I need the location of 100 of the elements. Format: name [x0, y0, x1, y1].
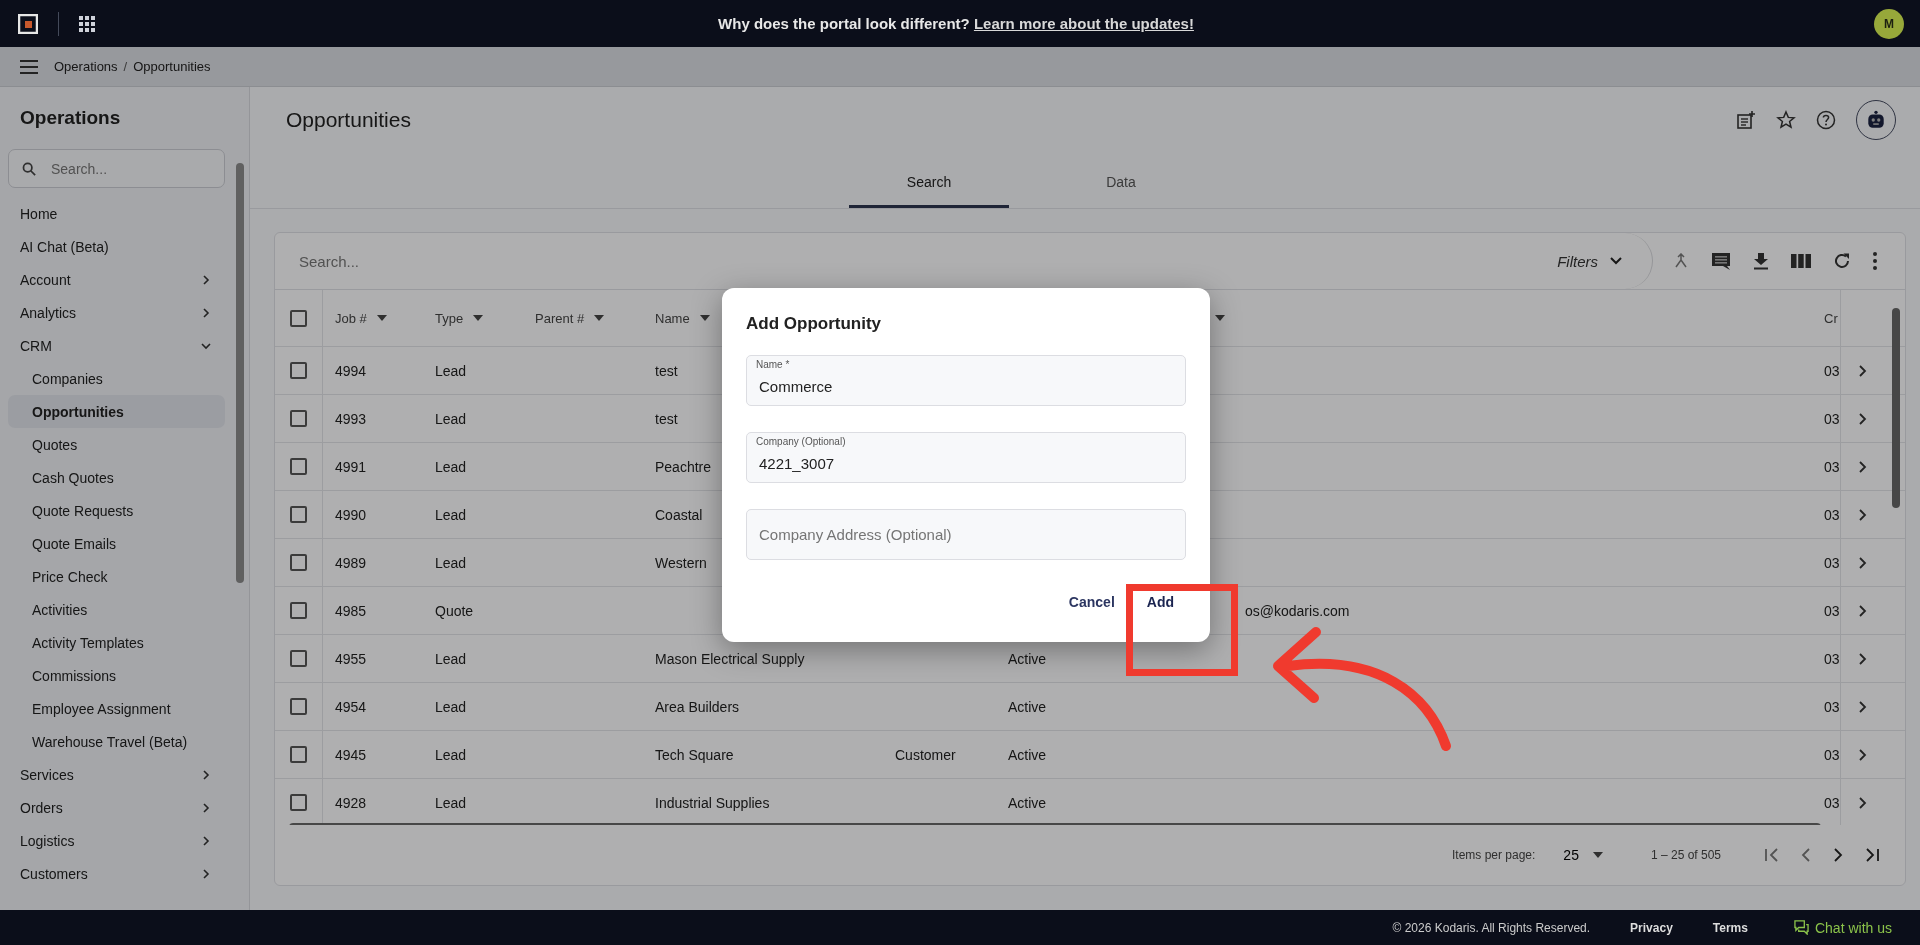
table-cell: Lead: [435, 554, 467, 571]
sidebar-item[interactable]: Logistics: [8, 824, 225, 857]
sort-caret-icon[interactable]: [473, 315, 484, 321]
table-cell: 4991: [335, 458, 367, 475]
sidebar-item[interactable]: Quote Emails: [8, 527, 225, 560]
column-header[interactable]: Cr: [1824, 310, 1838, 326]
refresh-icon[interactable]: [1833, 252, 1851, 270]
sidebar-item[interactable]: Activity Templates: [8, 626, 225, 659]
chevron-right-icon[interactable]: [1859, 700, 1867, 713]
sidebar-item[interactable]: AI Chat (Beta): [8, 230, 225, 263]
note-add-icon[interactable]: [1736, 110, 1756, 130]
table-cell: Coastal: [655, 506, 703, 523]
row-checkbox[interactable]: [290, 458, 307, 475]
sort-caret-icon[interactable]: [1215, 315, 1225, 321]
learn-more-link[interactable]: Learn more about the updates!: [973, 15, 1194, 32]
star-icon[interactable]: [1776, 110, 1796, 130]
sidebar-item[interactable]: Customers: [8, 857, 225, 890]
row-checkbox[interactable]: [290, 506, 307, 523]
download-icon[interactable]: [1753, 252, 1769, 270]
table-cell: Tech Square: [655, 746, 734, 763]
chevron-right-icon[interactable]: [1859, 508, 1867, 521]
next-page-icon[interactable]: [1833, 848, 1843, 862]
table-cell: 4945: [335, 746, 367, 763]
apps-grid-icon[interactable]: [79, 15, 95, 32]
row-checkbox[interactable]: [290, 602, 307, 619]
table-cell: 03: [1824, 602, 1840, 619]
breadcrumb-link[interactable]: Operations: [54, 59, 118, 74]
table-cell: Active: [1008, 746, 1047, 763]
sidebar-item[interactable]: Price Check: [8, 560, 225, 593]
sidebar-search-field[interactable]: Search...: [8, 149, 225, 188]
breadcrumb-link[interactable]: Opportunities: [133, 59, 211, 74]
footer-link[interactable]: Privacy: [1630, 920, 1673, 935]
logo-icon[interactable]: [18, 13, 38, 34]
comment-icon[interactable]: [1711, 251, 1731, 271]
sidebar-item[interactable]: Commissions: [8, 659, 225, 692]
row-checkbox[interactable]: [290, 650, 307, 667]
table-cell: 03: [1824, 650, 1840, 667]
sidebar-item[interactable]: Companies: [8, 362, 225, 395]
table-cell: 03: [1824, 746, 1840, 763]
cancel-button[interactable]: Cancel: [1056, 586, 1127, 618]
text-field[interactable]: Company Address (Optional): [746, 509, 1186, 560]
sidebar-item[interactable]: Quotes: [8, 428, 225, 461]
sort-caret-icon[interactable]: [376, 315, 387, 321]
column-header[interactable]: Parent #: [535, 310, 585, 326]
table-cell: Lead: [435, 410, 467, 427]
tab[interactable]: Search: [849, 153, 1009, 208]
column-header[interactable]: Job #: [335, 310, 367, 326]
items-per-page-select[interactable]: 25: [1557, 846, 1609, 864]
chevron-right-icon[interactable]: [1859, 460, 1867, 473]
chevron-right-icon[interactable]: [1859, 604, 1867, 617]
footer-link[interactable]: Terms: [1712, 920, 1748, 935]
sort-caret-icon[interactable]: [699, 315, 710, 321]
filters-button[interactable]: Filters: [1537, 233, 1653, 289]
sidebar-item[interactable]: Warehouse Travel (Beta): [8, 725, 225, 758]
table-cell: Mason Electrical Supply: [655, 650, 805, 667]
more-icon[interactable]: [1873, 252, 1877, 270]
help-icon[interactable]: [1816, 110, 1836, 130]
sidebar-item[interactable]: Home: [8, 197, 225, 230]
menu-icon[interactable]: [20, 59, 38, 74]
previous-page-icon[interactable]: [1801, 848, 1811, 862]
row-checkbox[interactable]: [290, 362, 307, 379]
row-checkbox[interactable]: [290, 698, 307, 715]
table-cell: 4994: [335, 362, 367, 379]
table-cell: Customer: [895, 746, 956, 763]
table-cell: 4928: [335, 794, 367, 811]
row-checkbox[interactable]: [290, 554, 307, 571]
chevron-right-icon[interactable]: [1859, 556, 1867, 569]
sidebar-item[interactable]: Quote Requests: [8, 494, 225, 527]
table-cell: 4954: [335, 698, 367, 715]
row-checkbox[interactable]: [290, 746, 307, 763]
user-avatar[interactable]: M: [1874, 8, 1904, 39]
robot-icon: [1865, 109, 1887, 131]
chat-button[interactable]: Chat with us: [1787, 918, 1898, 937]
columns-icon[interactable]: [1791, 253, 1811, 269]
chevron-right-icon[interactable]: [1859, 364, 1867, 377]
chevron-right-icon[interactable]: [1859, 748, 1867, 761]
sidebar-item[interactable]: Orders: [8, 791, 225, 824]
sidebar-item[interactable]: Analytics: [8, 296, 225, 329]
sort-caret-icon[interactable]: [594, 315, 605, 321]
select-all-checkbox[interactable]: [290, 309, 307, 327]
chevron-right-icon[interactable]: [1859, 652, 1867, 665]
table-search-field[interactable]: Search...: [275, 251, 1538, 271]
sidebar-item[interactable]: Account: [8, 263, 225, 296]
table-cell: Quote: [435, 602, 474, 619]
column-header[interactable]: Name: [655, 310, 690, 326]
row-checkbox[interactable]: [290, 410, 307, 427]
row-checkbox[interactable]: [290, 794, 307, 811]
sidebar-item[interactable]: Activities: [8, 593, 225, 626]
sidebar-item[interactable]: Employee Assignment: [8, 692, 225, 725]
sidebar-item[interactable]: CRM: [8, 329, 225, 362]
column-header[interactable]: Type: [435, 310, 464, 326]
sidebar-item[interactable]: Opportunities: [8, 395, 225, 428]
tab[interactable]: Data: [1041, 153, 1201, 208]
last-page-icon[interactable]: [1865, 848, 1879, 862]
first-page-icon[interactable]: [1765, 848, 1779, 862]
merge-icon[interactable]: [1673, 253, 1689, 269]
chevron-right-icon[interactable]: [1859, 796, 1867, 809]
chevron-right-icon[interactable]: [1859, 412, 1867, 425]
sidebar-item[interactable]: Services: [8, 758, 225, 791]
sidebar-item[interactable]: Cash Quotes: [8, 461, 225, 494]
